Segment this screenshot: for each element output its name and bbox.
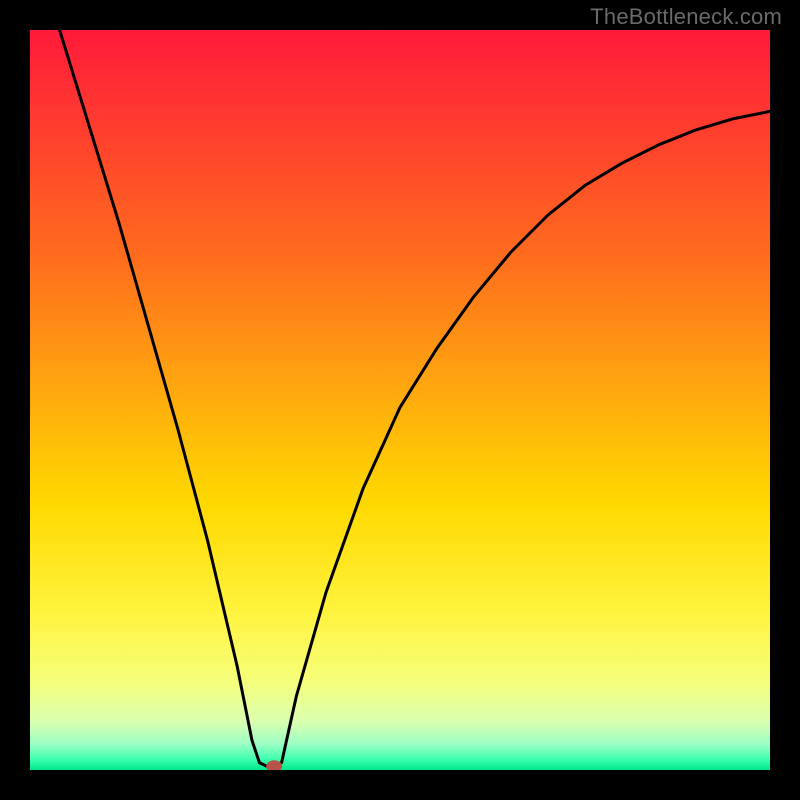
outer-frame: TheBottleneck.com — [0, 0, 800, 800]
watermark-text: TheBottleneck.com — [590, 4, 782, 30]
chart-svg — [30, 30, 770, 770]
plot-area — [30, 30, 770, 770]
gradient-background — [30, 30, 770, 770]
